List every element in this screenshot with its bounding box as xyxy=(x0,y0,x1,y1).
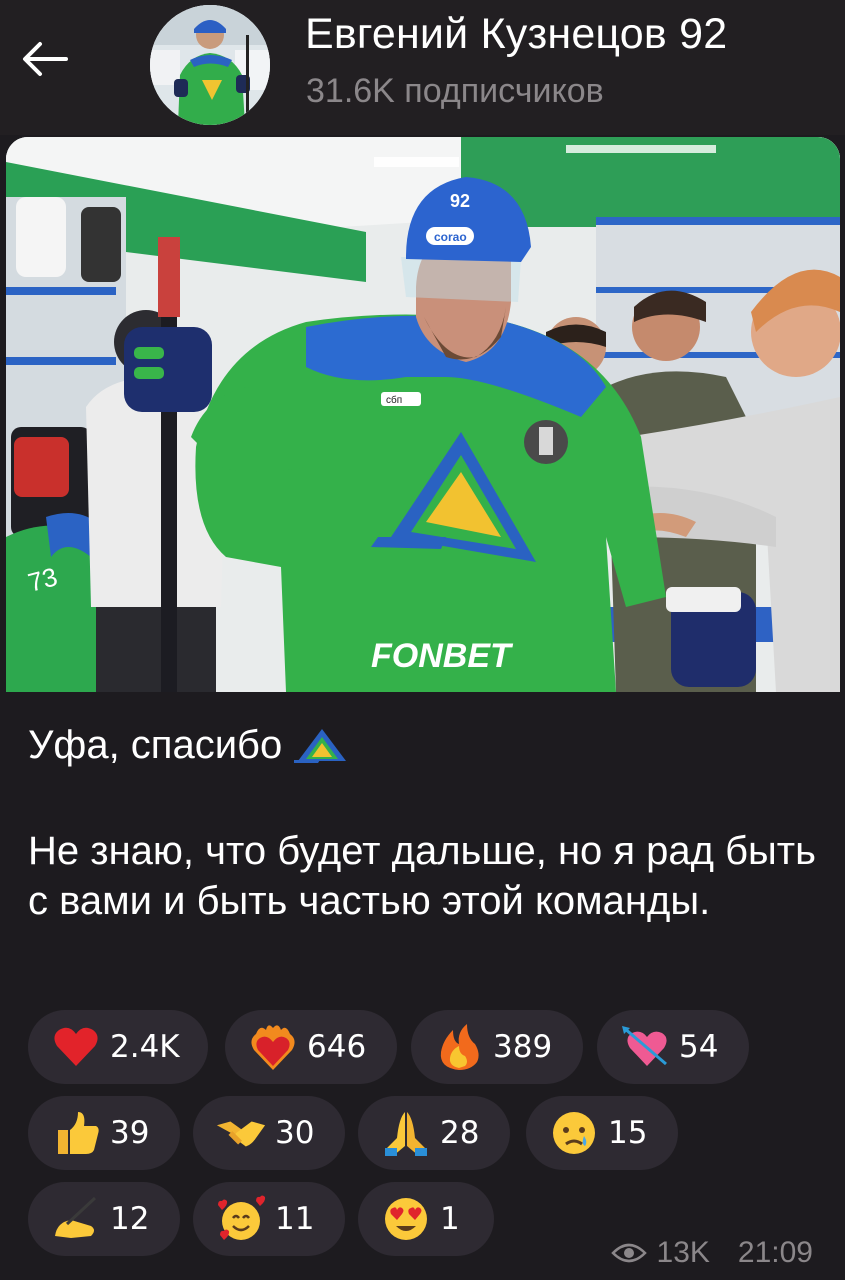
reaction-fire[interactable]: 389 xyxy=(411,1010,583,1084)
reaction-count: 646 xyxy=(307,1029,367,1065)
post-meta: 13K 21:09 xyxy=(610,1236,813,1270)
folded-hands-icon xyxy=(380,1107,432,1159)
reaction-count: 15 xyxy=(608,1115,648,1151)
crying-face-icon xyxy=(548,1107,600,1159)
reaction-count: 39 xyxy=(110,1115,150,1151)
reaction-count: 11 xyxy=(275,1201,315,1237)
smiling-face-with-hearts-icon xyxy=(215,1193,267,1245)
reaction-count: 28 xyxy=(440,1115,480,1151)
channel-header: Евгений Кузнецов 92 31.6K подписчиков xyxy=(0,0,845,135)
heart-eyes-icon xyxy=(380,1193,432,1245)
reaction-heart-with-arrow[interactable]: 54 xyxy=(597,1010,749,1084)
back-button[interactable] xyxy=(18,32,72,86)
reaction-count: 30 xyxy=(275,1115,315,1151)
reaction-smiling-face-with-hearts[interactable]: 11 xyxy=(193,1182,345,1256)
handshake-icon xyxy=(215,1107,267,1159)
post-heading: Уфа, спасибо xyxy=(28,723,283,767)
jersey-badge-text: сбп xyxy=(386,394,402,406)
reaction-crying-face[interactable]: 15 xyxy=(526,1096,678,1170)
helmet-brand-text: corao xyxy=(434,230,467,244)
reaction-heart-eyes[interactable]: 1 xyxy=(358,1182,494,1256)
reaction-red-heart[interactable]: 2.4K xyxy=(28,1010,208,1084)
team-logo-icon xyxy=(294,729,347,763)
jersey-sponsor-text: FONBET xyxy=(371,637,514,675)
post-photo[interactable]: FONBET сбп corao 92 73 xyxy=(6,137,840,692)
subscriber-count: 31.6K подписчиков xyxy=(306,72,604,110)
heart-with-arrow-icon xyxy=(619,1021,671,1073)
hockey-player-photo: FONBET сбп corao 92 73 xyxy=(6,137,840,692)
reaction-handshake[interactable]: 30 xyxy=(193,1096,345,1170)
post-time: 21:09 xyxy=(737,1236,813,1269)
helmet-number-text: 92 xyxy=(450,191,470,211)
fire-icon xyxy=(433,1021,485,1073)
reaction-count: 12 xyxy=(110,1201,150,1237)
reaction-count: 389 xyxy=(493,1029,553,1065)
thumbs-up-icon xyxy=(50,1107,102,1159)
avatar-image xyxy=(150,5,270,125)
reaction-count: 1 xyxy=(440,1201,460,1237)
reaction-count: 2.4K xyxy=(110,1029,180,1065)
channel-post-screen: Евгений Кузнецов 92 31.6K подписчиков FO… xyxy=(0,0,845,1280)
red-heart-icon xyxy=(50,1021,102,1073)
views-count: 13K xyxy=(656,1236,710,1269)
reaction-folded-hands[interactable]: 28 xyxy=(358,1096,510,1170)
reaction-writing-hand[interactable]: 12 xyxy=(28,1182,180,1256)
heart-on-fire-icon xyxy=(247,1021,299,1073)
channel-avatar[interactable] xyxy=(150,5,270,125)
post-paragraph: Не знаю, что будет дальше, но я рад быть… xyxy=(28,829,816,923)
back-arrow-icon xyxy=(23,42,68,76)
reaction-count: 54 xyxy=(679,1029,719,1065)
writing-hand-icon xyxy=(50,1193,102,1245)
views-eye-icon xyxy=(610,1243,647,1263)
channel-title[interactable]: Евгений Кузнецов 92 xyxy=(305,10,727,59)
reaction-thumbs-up[interactable]: 39 xyxy=(28,1096,180,1170)
reaction-heart-on-fire[interactable]: 646 xyxy=(225,1010,397,1084)
post-text: Уфа, спасибо Не знаю, что будет дальше, … xyxy=(28,720,818,926)
